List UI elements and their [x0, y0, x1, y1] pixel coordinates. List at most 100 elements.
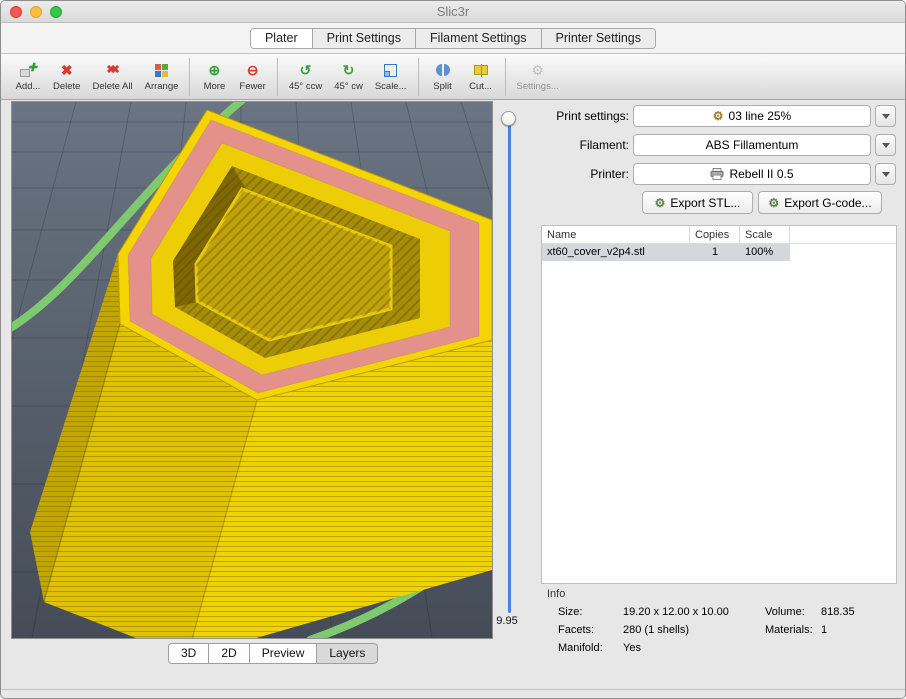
scale-button[interactable]: Scale...	[369, 56, 413, 98]
printer-dropdown-button[interactable]	[875, 163, 896, 185]
main-tabs: Plater Print Settings Filament Settings …	[250, 28, 656, 49]
delete-all-label: Delete All	[92, 81, 132, 92]
filament-combo[interactable]: ABS Fillamentum	[633, 134, 871, 156]
view-tab-preview[interactable]: Preview	[249, 643, 318, 664]
info-materials-value: 1	[821, 624, 827, 636]
split-icon	[436, 62, 450, 79]
info-size-label: Size:	[558, 606, 582, 618]
export-gcode-button[interactable]: ⚙ Export G-code...	[758, 191, 882, 214]
view-tab-3d[interactable]: 3D	[168, 643, 209, 664]
printer-label: Printer:	[541, 167, 629, 181]
print-settings-dropdown-button[interactable]	[875, 105, 896, 127]
rotate-cw-button[interactable]: ↻ 45° cw	[328, 56, 369, 98]
cell-copies: 1	[690, 244, 740, 261]
object-list: Name Copies Scale xt60_cover_v2p4.stl 1 …	[541, 225, 897, 584]
cell-filler	[790, 244, 896, 261]
print-settings-combo[interactable]: ⚙ 03 line 25%	[633, 105, 871, 127]
toolbar-separator	[418, 58, 419, 96]
printer-combo[interactable]: Rebell II 0.5	[633, 163, 871, 185]
cut-button[interactable]: Cut...	[462, 56, 500, 98]
view-tab-2d[interactable]: 2D	[208, 643, 249, 664]
info-volume-value: 818.35	[821, 606, 855, 618]
delete-all-icon: ✖✖	[106, 62, 114, 79]
column-header-scale[interactable]: Scale	[740, 226, 790, 243]
settings-label: Settings...	[517, 81, 559, 92]
export-stl-button[interactable]: ⚙ Export STL...	[642, 191, 753, 214]
info-facets-value: 280 (1 shells)	[623, 624, 689, 636]
filament-value: ABS Fillamentum	[706, 138, 799, 152]
settings-gear-icon: ⚙	[531, 62, 544, 79]
info-materials-label: Materials:	[765, 624, 813, 636]
rotate-ccw-label: 45° ccw	[289, 81, 322, 92]
info-volume-label: Volume:	[765, 606, 805, 618]
info-facets-label: Facets:	[558, 624, 594, 636]
split-label: Split	[433, 81, 451, 92]
scale-icon	[384, 62, 397, 79]
add-icon: ✚	[20, 62, 36, 79]
column-header-filler	[790, 226, 896, 243]
object-settings-button[interactable]: ⚙ Settings...	[511, 56, 565, 98]
info-size-value: 19.20 x 12.00 x 10.00	[623, 606, 729, 618]
table-row[interactable]: xt60_cover_v2p4.stl 1 100%	[542, 244, 896, 261]
add-label: Add...	[16, 81, 41, 92]
delete-button[interactable]: ✖ Delete	[47, 56, 86, 98]
arrange-button[interactable]: Arrange	[139, 56, 185, 98]
tab-plater[interactable]: Plater	[251, 29, 312, 48]
main-tab-row: Plater Print Settings Filament Settings …	[1, 23, 905, 53]
chevron-down-icon	[882, 143, 890, 148]
cut-label: Cut...	[469, 81, 492, 92]
tab-filament-settings[interactable]: Filament Settings	[415, 29, 541, 48]
scale-label: Scale...	[375, 81, 407, 92]
traffic-lights	[10, 6, 62, 18]
delete-all-button[interactable]: ✖✖ Delete All	[86, 56, 138, 98]
3d-viewport[interactable]	[11, 101, 493, 639]
rotate-ccw-button[interactable]: ↺ 45° ccw	[283, 56, 328, 98]
column-header-name[interactable]: Name	[542, 226, 690, 243]
chevron-down-icon	[882, 114, 890, 119]
view-tab-layers[interactable]: Layers	[316, 643, 378, 664]
rotate-cw-icon: ↻	[343, 62, 355, 79]
print-settings-label: Print settings:	[541, 109, 629, 123]
toolbar-separator	[505, 58, 506, 96]
cut-icon	[474, 62, 488, 79]
toolbar: ✚ Add... ✖ Delete ✖✖ Delete All Arrange …	[1, 53, 905, 100]
3d-scene	[12, 102, 492, 638]
gear-icon: ⚙	[768, 197, 779, 209]
layer-slider-handle[interactable]	[501, 111, 516, 126]
tab-print-settings[interactable]: Print Settings	[312, 29, 415, 48]
delete-label: Delete	[53, 81, 80, 92]
slic3r-window: Slic3r Plater Print Settings Filament Se…	[0, 0, 906, 699]
window-bottom-divider	[1, 689, 905, 690]
chevron-down-icon	[882, 172, 890, 177]
close-window-button[interactable]	[10, 6, 22, 18]
info-manifold-label: Manifold:	[558, 642, 603, 654]
split-button[interactable]: Split	[424, 56, 462, 98]
minimize-window-button[interactable]	[30, 6, 42, 18]
rotate-cw-label: 45° cw	[334, 81, 363, 92]
zoom-window-button[interactable]	[50, 6, 62, 18]
filament-label: Filament:	[541, 138, 629, 152]
layer-slider-track[interactable]	[508, 125, 511, 613]
print-settings-value: 03 line 25%	[729, 109, 792, 123]
more-label: More	[204, 81, 226, 92]
cell-name: xt60_cover_v2p4.stl	[542, 244, 690, 261]
more-icon: ⊕	[209, 62, 221, 79]
printer-icon	[710, 168, 724, 180]
gear-icon: ⚙	[713, 110, 724, 122]
arrange-label: Arrange	[145, 81, 179, 92]
add-button[interactable]: ✚ Add...	[9, 56, 47, 98]
fewer-icon: ⊖	[247, 62, 259, 79]
fewer-label: Fewer	[239, 81, 265, 92]
export-gcode-label: Export G-code...	[784, 196, 871, 210]
delete-icon: ✖	[61, 62, 73, 79]
title-bar: Slic3r	[1, 1, 905, 23]
export-stl-label: Export STL...	[670, 196, 740, 210]
more-copies-button[interactable]: ⊕ More	[195, 56, 233, 98]
tab-printer-settings[interactable]: Printer Settings	[541, 29, 655, 48]
filament-dropdown-button[interactable]	[875, 134, 896, 156]
view-mode-tabs: 3D 2D Preview Layers	[168, 643, 378, 664]
column-header-copies[interactable]: Copies	[690, 226, 740, 243]
fewer-copies-button[interactable]: ⊖ Fewer	[233, 56, 271, 98]
toolbar-separator	[277, 58, 278, 96]
printer-value: Rebell II 0.5	[729, 167, 793, 181]
